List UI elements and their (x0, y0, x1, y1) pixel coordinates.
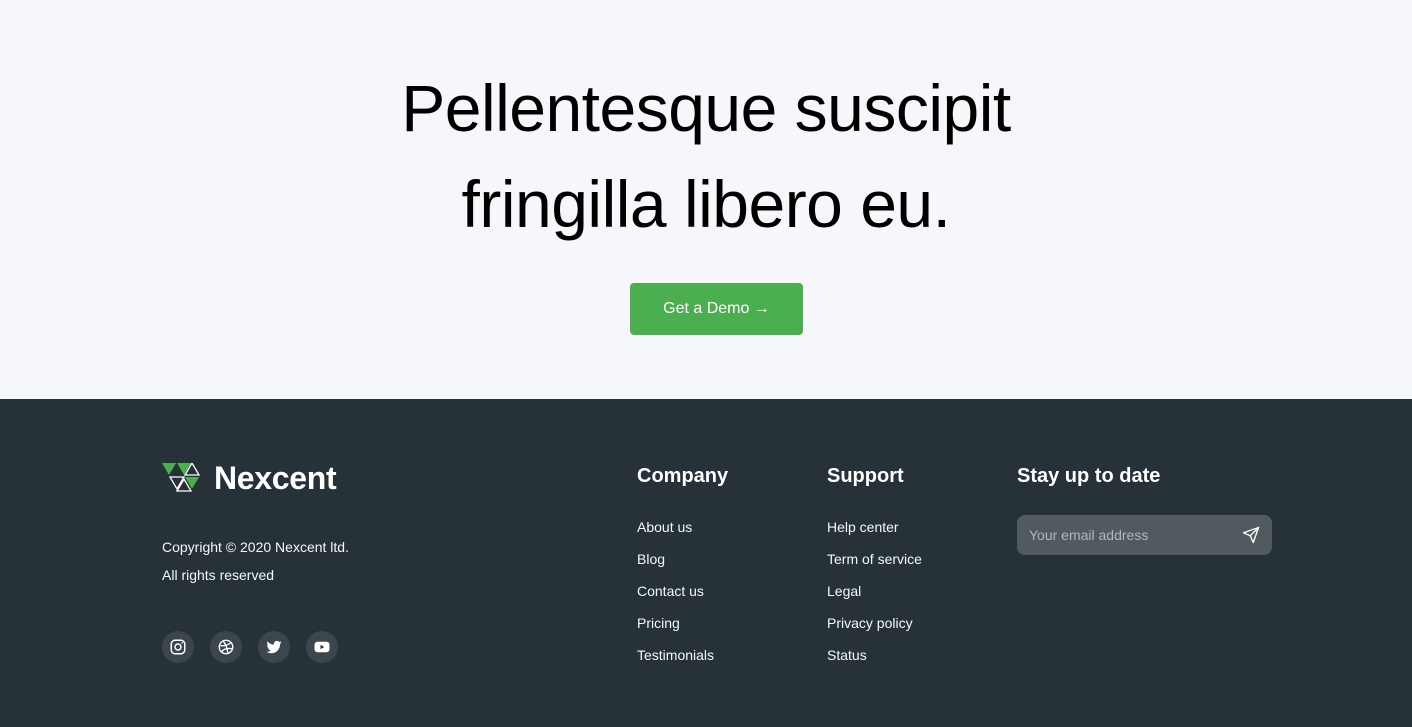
support-heading: Support (827, 465, 904, 487)
cta-heading: Pellentesque suscipit fringilla libero e… (0, 60, 1412, 252)
instagram-icon (170, 639, 186, 655)
site-footer: Nexcent Copyright © 2020 Nexcent ltd. Al… (0, 399, 1412, 727)
support-links: Help center Term of service Legal Privac… (827, 511, 922, 671)
footer-link-testimonials[interactable]: Testimonials (637, 639, 728, 671)
twitter-link[interactable] (258, 631, 290, 663)
footer-link-term-of-service[interactable]: Term of service (827, 543, 922, 575)
youtube-icon (314, 641, 330, 653)
footer-link-legal[interactable]: Legal (827, 575, 922, 607)
get-demo-button[interactable]: Get a Demo → (630, 283, 803, 335)
brand-logo[interactable]: Nexcent (162, 459, 337, 496)
footer-link-privacy-policy[interactable]: Privacy policy (827, 607, 922, 639)
company-links: About us Blog Contact us Pricing Testimo… (637, 511, 728, 671)
cta-section: Pellentesque suscipit fringilla libero e… (0, 0, 1412, 399)
email-input[interactable] (1017, 515, 1232, 555)
cta-heading-line-2: fringilla libero eu. (461, 167, 951, 241)
cta-heading-line-1: Pellentesque suscipit (401, 71, 1011, 145)
copyright-line: Copyright © 2020 Nexcent ltd. (162, 539, 349, 555)
instagram-link[interactable] (162, 631, 194, 663)
newsletter-form (1017, 515, 1272, 555)
footer-link-blog[interactable]: Blog (637, 543, 728, 575)
nexcent-logo-icon (162, 462, 201, 492)
footer-link-help-center[interactable]: Help center (827, 511, 922, 543)
social-links (162, 631, 338, 663)
footer-link-about-us[interactable]: About us (637, 511, 728, 543)
rights-line: All rights reserved (162, 567, 275, 583)
youtube-link[interactable] (306, 631, 338, 663)
dribbble-link[interactable] (210, 631, 242, 663)
company-heading: Company (637, 465, 729, 487)
newsletter-column: Stay up to date (1017, 463, 1160, 493)
footer-link-status[interactable]: Status (827, 639, 922, 671)
brand-name: Nexcent (214, 459, 337, 496)
dribbble-icon (218, 639, 234, 655)
newsletter-heading: Stay up to date (1017, 465, 1161, 487)
twitter-icon (266, 640, 282, 654)
footer-link-contact-us[interactable]: Contact us (637, 575, 728, 607)
company-column: Company About us Blog Contact us Pricing… (637, 463, 728, 671)
footer-link-pricing[interactable]: Pricing (637, 607, 728, 639)
support-column: Support Help center Term of service Lega… (827, 463, 922, 671)
send-icon[interactable] (1242, 526, 1260, 544)
copyright-text: Copyright © 2020 Nexcent ltd. All rights… (162, 533, 349, 589)
